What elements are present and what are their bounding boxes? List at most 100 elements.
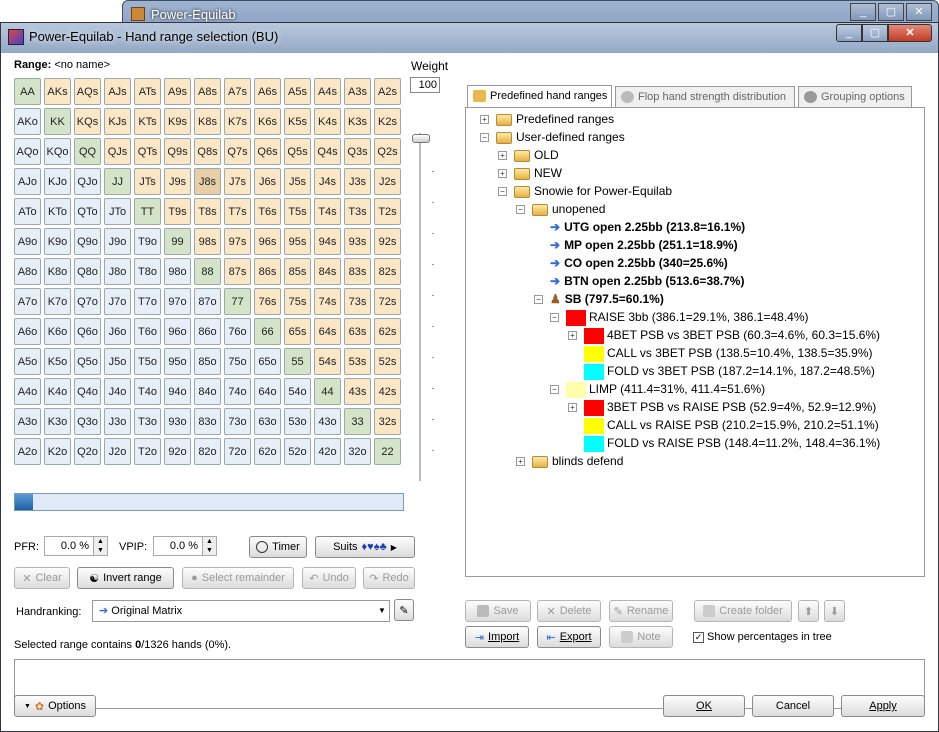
tree-node[interactable]: 3BET PSB vs RAISE PSB (52.9=4%, 52.9=12.… xyxy=(584,398,876,416)
tree-node[interactable]: CALL vs RAISE PSB (210.2=15.9%, 210.2=51… xyxy=(584,416,879,434)
tree-node[interactable]: NEW xyxy=(514,164,562,182)
hand-cell[interactable]: QTo xyxy=(74,198,101,225)
maximize-button[interactable]: ▢ xyxy=(862,24,888,42)
hand-cell[interactable]: T5o xyxy=(134,348,161,375)
hand-cell[interactable]: J4s xyxy=(314,168,341,195)
weight-slider-track[interactable] xyxy=(419,133,421,481)
hand-cell[interactable]: J2s xyxy=(374,168,401,195)
tree-node[interactable]: ➔ BTN open 2.25bb (513.6=38.7%) xyxy=(550,272,744,290)
hand-cell[interactable]: A8s xyxy=(194,78,221,105)
hand-cell[interactable]: Q3s xyxy=(344,138,371,165)
hand-cell[interactable]: T3s xyxy=(344,198,371,225)
tree-node[interactable]: Predefined ranges xyxy=(496,110,614,128)
hand-cell[interactable]: 32s xyxy=(374,408,401,435)
tab-flop-distribution[interactable]: Flop hand strength distribution xyxy=(615,86,795,108)
hand-cell[interactable]: T7s xyxy=(224,198,251,225)
hand-cell[interactable]: T6s xyxy=(254,198,281,225)
hand-cell[interactable]: K2o xyxy=(44,438,71,465)
hand-cell[interactable]: K3o xyxy=(44,408,71,435)
hand-cell[interactable]: JTs xyxy=(134,168,161,195)
create-folder-button[interactable]: Create folder xyxy=(694,600,792,622)
hand-cell[interactable]: 86s xyxy=(254,258,281,285)
hand-cell[interactable]: KTs xyxy=(134,108,161,135)
hand-cell[interactable]: A5s xyxy=(284,78,311,105)
range-tree[interactable]: + Predefined ranges − User-defined ranges + O… xyxy=(465,107,925,577)
hand-cell[interactable]: T9s xyxy=(164,198,191,225)
hand-cell[interactable]: 33 xyxy=(344,408,371,435)
tree-node[interactable]: blinds defend xyxy=(532,452,623,470)
hand-cell[interactable]: Q2s xyxy=(374,138,401,165)
collapse-icon[interactable]: − xyxy=(516,205,525,214)
hand-cell[interactable]: 72o xyxy=(224,438,251,465)
hand-cell[interactable]: QJo xyxy=(74,168,101,195)
hand-cell[interactable]: K7s xyxy=(224,108,251,135)
hand-cell[interactable]: 87s xyxy=(224,258,251,285)
range-slider[interactable] xyxy=(14,493,404,511)
hand-cell[interactable]: JJ xyxy=(104,168,131,195)
maximize-icon[interactable]: ▢ xyxy=(878,3,904,21)
hand-cell[interactable]: Q6s xyxy=(254,138,281,165)
hand-cell[interactable]: J2o xyxy=(104,438,131,465)
hand-cell[interactable]: Q7o xyxy=(74,288,101,315)
range-slider-thumb[interactable] xyxy=(15,494,33,510)
hand-cell[interactable]: T6o xyxy=(134,318,161,345)
hand-cell[interactable]: Q9o xyxy=(74,228,101,255)
hand-cell[interactable]: A9s xyxy=(164,78,191,105)
hand-cell[interactable]: 42o xyxy=(314,438,341,465)
hand-cell[interactable]: Q5o xyxy=(74,348,101,375)
timer-button[interactable]: Timer xyxy=(249,536,307,558)
pfr-input[interactable]: 0.0 % ▲ ▼ xyxy=(44,536,108,556)
hand-cell[interactable]: 92o xyxy=(164,438,191,465)
hand-cell[interactable]: T7o xyxy=(134,288,161,315)
hand-cell[interactable]: 54s xyxy=(314,348,341,375)
hand-cell[interactable]: J5s xyxy=(284,168,311,195)
expand-icon[interactable]: + xyxy=(498,151,507,160)
apply-button[interactable]: Apply xyxy=(841,695,925,717)
hand-cell[interactable]: A2s xyxy=(374,78,401,105)
move-down-button[interactable]: ⬇ xyxy=(824,600,845,622)
hand-cell[interactable]: 82s xyxy=(374,258,401,285)
suits-button[interactable]: Suits ♦♥♠♣ ▶ xyxy=(315,536,415,558)
hand-cell[interactable]: KK xyxy=(44,108,71,135)
hand-cell[interactable]: T2s xyxy=(374,198,401,225)
expand-icon[interactable]: + xyxy=(480,115,489,124)
hand-cell[interactable]: K7o xyxy=(44,288,71,315)
hand-cell[interactable]: K4o xyxy=(44,378,71,405)
hand-cell[interactable]: A8o xyxy=(14,258,41,285)
hand-cell[interactable]: A7s xyxy=(224,78,251,105)
invert-range-button[interactable]: ☯ Invert range xyxy=(77,567,174,589)
tree-node[interactable]: LIMP (411.4=31%, 411.4=51.6%) xyxy=(566,380,765,398)
hand-cell[interactable]: AKo xyxy=(14,108,41,135)
hand-cell[interactable]: KQs xyxy=(74,108,101,135)
collapse-icon[interactable]: − xyxy=(534,295,543,304)
hand-cell[interactable]: A9o xyxy=(14,228,41,255)
hand-cell[interactable]: KQo xyxy=(44,138,71,165)
hand-cell[interactable]: 76o xyxy=(224,318,251,345)
hand-cell[interactable]: A5o xyxy=(14,348,41,375)
hand-cell[interactable]: JTo xyxy=(104,198,131,225)
hand-cell[interactable]: 83o xyxy=(194,408,221,435)
rename-button[interactable]: ✎ Rename xyxy=(609,600,673,622)
hand-cell[interactable]: T5s xyxy=(284,198,311,225)
handranking-select[interactable]: ➔ Original Matrix ▼ xyxy=(92,600,390,622)
hand-cell[interactable]: K4s xyxy=(314,108,341,135)
undo-button[interactable]: ↶ Undo xyxy=(302,567,356,589)
hand-cell[interactable]: 64s xyxy=(314,318,341,345)
hand-cell[interactable]: 88 xyxy=(194,258,221,285)
tree-node[interactable]: ➔ UTG open 2.25bb (213.8=16.1%) xyxy=(550,218,745,236)
hand-cell[interactable]: AKs xyxy=(44,78,71,105)
hand-cell[interactable]: Q8o xyxy=(74,258,101,285)
hand-cell[interactable]: 65s xyxy=(284,318,311,345)
hand-cell[interactable]: Q4o xyxy=(74,378,101,405)
hand-cell[interactable]: 83s xyxy=(344,258,371,285)
hand-cell[interactable]: A4o xyxy=(14,378,41,405)
hand-cell[interactable]: A3o xyxy=(14,408,41,435)
hand-cell[interactable]: J9s xyxy=(164,168,191,195)
hand-cell[interactable]: 74o xyxy=(224,378,251,405)
hand-cell[interactable]: J6o xyxy=(104,318,131,345)
hand-cell[interactable]: 93o xyxy=(164,408,191,435)
hand-cell[interactable]: 84s xyxy=(314,258,341,285)
import-button[interactable]: ⇥ Import xyxy=(465,626,529,648)
hand-cell[interactable]: A2o xyxy=(14,438,41,465)
hand-cell[interactable]: Q4s xyxy=(314,138,341,165)
